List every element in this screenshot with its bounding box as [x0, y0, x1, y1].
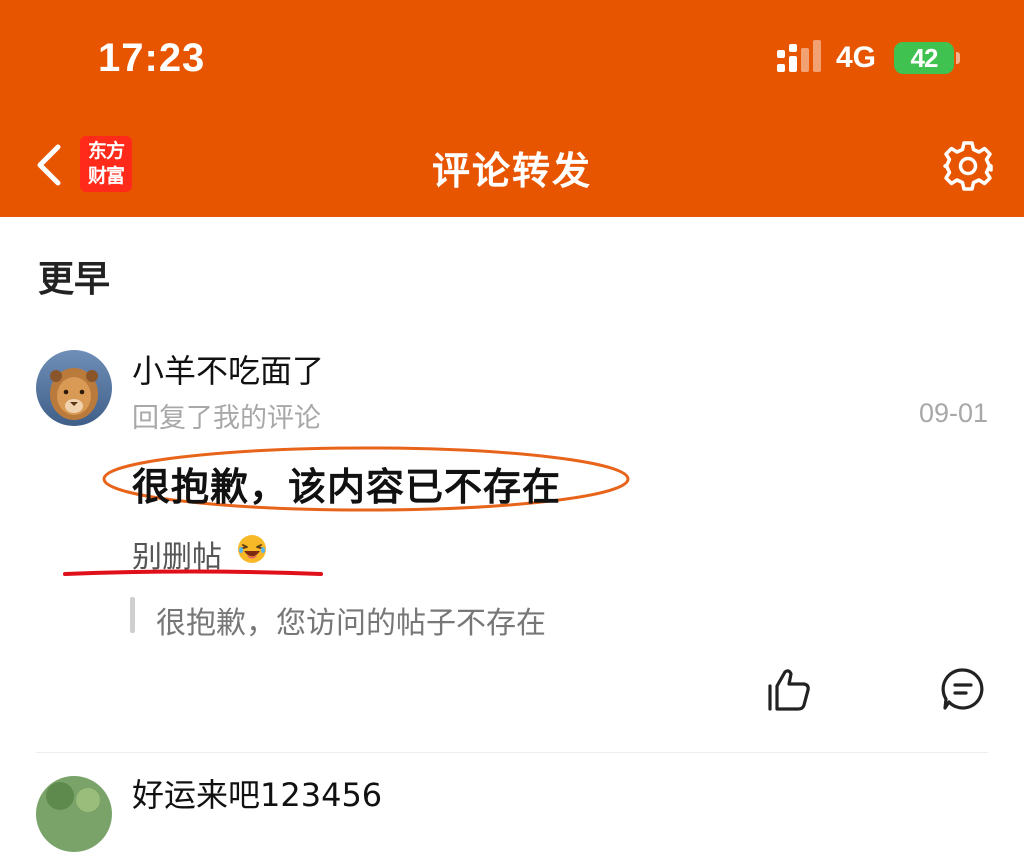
- username[interactable]: 小羊不吃面了: [132, 346, 324, 392]
- avatar[interactable]: [36, 350, 112, 426]
- quoted-post-text[interactable]: 很抱歉，您访问的帖子不存在: [156, 598, 546, 642]
- thumbs-up-icon[interactable]: [766, 668, 812, 712]
- timestamp: 09-01: [918, 398, 988, 428]
- underline-annotation: [63, 569, 323, 576]
- status-time: 17:23: [98, 36, 206, 80]
- top-header: 17:23 4G 42 东方 财富 评论转发: [0, 0, 1024, 217]
- quote-bar: [130, 597, 135, 633]
- deleted-content-notice: 很抱歉，该内容已不存在: [132, 465, 562, 509]
- section-label: 更早: [38, 259, 111, 300]
- laughing-face-emoji-icon: [238, 535, 266, 563]
- lion-avatar-image: [36, 350, 112, 426]
- username[interactable]: 好运来吧123456: [132, 770, 382, 816]
- avatar-image: [36, 776, 112, 852]
- battery-level: 42: [910, 43, 939, 73]
- network-type: 4G: [836, 41, 877, 74]
- divider: [36, 752, 988, 753]
- gear-icon[interactable]: [942, 140, 994, 192]
- page-title: 评论转发: [431, 149, 592, 193]
- battery-icon: 42: [894, 42, 954, 74]
- comment-icon[interactable]: [940, 666, 986, 712]
- signal-icon: [777, 40, 821, 72]
- battery-cap: [956, 52, 960, 64]
- avatar[interactable]: [36, 776, 112, 852]
- action-text: 回复了我的评论: [132, 403, 321, 434]
